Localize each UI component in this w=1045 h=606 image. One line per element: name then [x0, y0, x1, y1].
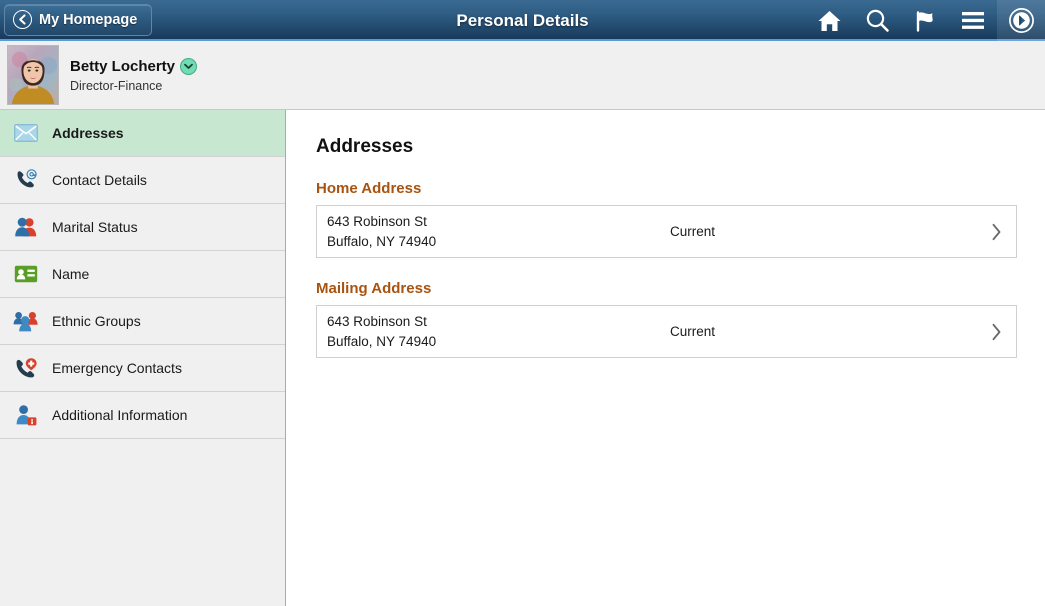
main-content: Addresses Home Address 643 Robinson St B… [287, 110, 1045, 606]
address-line-1: 643 Robinson St [327, 313, 427, 329]
sidebar-item-emergency-contacts[interactable]: Emergency Contacts [0, 345, 285, 392]
sidebar-item-additional-information[interactable]: Additional Information [0, 392, 285, 439]
page-title-text: Personal Details [456, 10, 589, 30]
address-line-1: 643 Robinson St [327, 213, 427, 229]
header-icon-group [805, 0, 1045, 41]
search-icon[interactable] [853, 0, 901, 41]
profile-role: Director-Finance [70, 78, 163, 93]
chevron-right-icon[interactable] [991, 323, 1002, 341]
sidebar-nav: Addresses Contact Details Marital Status… [0, 110, 286, 606]
chevron-left-circle-icon [13, 10, 32, 29]
chevron-down-circle-icon[interactable] [180, 57, 198, 75]
flag-icon[interactable] [901, 0, 949, 41]
envelope-icon [13, 120, 39, 146]
sidebar-item-label: Addresses [52, 125, 124, 141]
content-heading: Addresses [316, 136, 414, 157]
address-status: Current [670, 324, 716, 339]
id-card-icon [13, 261, 39, 287]
sidebar-item-label: Marital Status [52, 219, 138, 235]
sidebar-item-label: Additional Information [52, 407, 188, 423]
app-window: My Homepage Personal Details Betty Loche… [0, 0, 1045, 606]
group-people-icon [13, 308, 39, 334]
section-title-home-address: Home Address [316, 180, 422, 197]
profile-text: Betty Locherty Director-Finance [70, 57, 198, 93]
sidebar-item-ethnic-groups[interactable]: Ethnic Groups [0, 298, 285, 345]
profile-bar: Betty Locherty Director-Finance [0, 41, 1045, 110]
phone-medical-icon [13, 355, 39, 381]
profile-name-row: Betty Locherty [70, 57, 198, 75]
address-lines: 643 Robinson St Buffalo, NY 74940 [317, 212, 657, 252]
sidebar-item-marital-status[interactable]: Marital Status [0, 204, 285, 251]
sidebar-item-label: Ethnic Groups [52, 313, 141, 329]
address-status: Current [670, 224, 716, 239]
sidebar-item-contact-details[interactable]: Contact Details [0, 157, 285, 204]
profile-name: Betty Locherty [70, 57, 176, 75]
person-info-icon [13, 402, 39, 428]
address-line-2: Buffalo, NY 74940 [327, 333, 437, 349]
hamburger-menu-icon[interactable] [949, 0, 997, 41]
address-row-mailing[interactable]: 643 Robinson St Buffalo, NY 74940 Curren… [316, 305, 1017, 358]
chevron-right-icon[interactable] [991, 223, 1002, 241]
sidebar-item-label: Emergency Contacts [52, 360, 182, 376]
avatar[interactable] [7, 45, 59, 105]
home-icon[interactable] [805, 0, 853, 41]
address-row-home[interactable]: 643 Robinson St Buffalo, NY 74940 Curren… [316, 205, 1017, 258]
address-line-2: Buffalo, NY 74940 [327, 233, 437, 249]
address-lines: 643 Robinson St Buffalo, NY 74940 [317, 312, 657, 352]
sidebar-item-label: Contact Details [52, 172, 147, 188]
back-button-label: My Homepage [39, 11, 138, 28]
sidebar-item-label: Name [52, 266, 90, 282]
phone-at-icon [13, 167, 39, 193]
sidebar-item-addresses[interactable]: Addresses [0, 110, 285, 157]
two-people-icon [13, 214, 39, 240]
app-header: My Homepage Personal Details [0, 0, 1045, 41]
back-to-homepage-button[interactable]: My Homepage [4, 3, 153, 36]
navbar-compass-icon[interactable] [997, 0, 1045, 41]
section-title-mailing-address: Mailing Address [316, 280, 432, 297]
sidebar-item-name[interactable]: Name [0, 251, 285, 298]
